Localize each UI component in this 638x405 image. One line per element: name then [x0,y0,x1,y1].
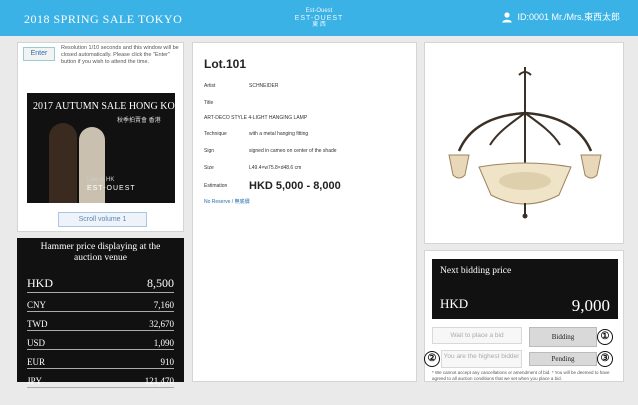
estimate-value: HKD 5,000 - 8,000 [249,180,341,192]
price-currency: USD [27,338,46,348]
hammer-price-heading: Hammer price displaying at the auction v… [40,242,161,263]
logo-line-2: EST-OUEST [294,15,344,22]
detail-value: with a metal hanging fitting [249,131,309,137]
price-row: HKD 8,500 [27,270,174,293]
detail-value: SCHNEIDER [249,83,279,89]
highest-bidder-status: You are the highest bidder [441,350,522,368]
company-logo: Est-Ouest EST-OUEST 東 西 [277,8,361,29]
price-amount: 910 [160,357,175,367]
detail-label: Size [204,165,214,171]
detail-value: ART-DECO STYLE 4-LIGHT HANGING LAMP [204,115,308,121]
detail-value: signed in cameo on center of the shade [249,148,337,154]
logo-line-3: 東 西 [312,22,326,28]
bidding-disclaimer: * We cannot accept any cancellations or … [432,370,610,381]
video-caption: Live in HK [87,177,115,183]
live-video[interactable]: 2017 AUTUMN SALE HONG KONG 秋季拍賣會 香港 Live… [27,93,175,203]
logo-line-1: Est-Ouest [305,8,333,14]
top-bar: 2018 SPRING SALE TOKYO Est-Ouest EST-OUE… [0,0,638,36]
enter-button[interactable]: Enter [23,47,55,61]
detail-value: L49.4×w75.8×d48.6 cm [249,165,302,171]
stream-notice: Resolution 1/10 seconds and this window … [61,45,179,65]
price-currency: EUR [27,357,45,367]
next-bid-box: Next bidding price HKD 9,000 [432,259,618,319]
price-currency: CNY [27,300,47,310]
lot-number: Lot.101 [204,57,247,71]
detail-row-title-value: ART-DECO STYLE 4-LIGHT HANGING LAMP [204,115,409,121]
place-bid-button[interactable]: Wait to place a bid [432,327,522,344]
price-row: CNY 7,160 [27,293,174,312]
scroll-volume-button[interactable]: Scroll volume 1 [58,212,147,227]
price-amount: 7,160 [153,300,174,310]
sale-title: 2018 SPRING SALE TOKYO [24,12,183,26]
lot-image[interactable] [435,63,615,223]
video-title: 2017 AUTUMN SALE HONG KONG [33,101,175,112]
video-logo: EST-OUEST [87,185,136,192]
marker-1: ① [597,329,613,345]
price-amount: 8,500 [147,276,174,290]
detail-label: Technique [204,131,227,137]
next-bid-currency: HKD [440,296,469,311]
next-bid-label: Next bidding price [440,266,512,276]
lot-image-panel [424,42,624,244]
price-row: JPY 121,470 [27,369,174,388]
price-amount: 1,090 [153,338,174,348]
detail-label: Artist [204,83,216,89]
price-row: EUR 910 [27,350,174,369]
bidding-panel: Next bidding price HKD 9,000 Wait to pla… [424,250,624,382]
next-bid-amount: 9,000 [571,296,610,315]
price-currency: JPY [27,376,43,386]
detail-label: Sign [204,148,215,154]
video-subtitle: 秋季拍賣會 香港 [117,118,161,124]
detail-row-title: Title [204,100,409,106]
marker-3: ③ [597,351,613,367]
reserve-link[interactable]: No Reserve / 無底價 [204,198,250,205]
price-row: USD 1,090 [27,331,174,350]
marker-2: ② [424,351,440,367]
lot-details-panel: Lot.101 Artist SCHNEIDER Title ART-DECO … [192,42,417,382]
user-icon [502,11,513,22]
bidding-button[interactable]: Bidding [529,327,597,347]
live-stream-panel: Enter Resolution 1/10 seconds and this w… [17,42,184,232]
price-currency: TWD [27,319,48,329]
price-amount: 121,470 [144,376,174,386]
detail-label: Title [204,100,214,106]
pending-button[interactable]: Pending [529,352,597,366]
video-person-1 [49,123,77,203]
user-name: ID:0001 Mr./Mrs.東西太郎 [517,12,620,22]
hammer-price-panel: Hammer price displaying at the auction v… [17,238,184,388]
price-currency: HKD [27,276,53,290]
detail-row-estimate: Estimation HKD 5,000 - 8,000 [204,180,409,192]
price-row: TWD 32,670 [27,312,174,331]
detail-row-sign: Sign signed in cameo on center of the sh… [204,148,409,154]
detail-label: Estimation [204,183,228,189]
detail-row-artist: Artist SCHNEIDER [204,83,409,89]
detail-row-size: Size L49.4×w75.8×d48.6 cm [204,165,409,171]
price-amount: 32,670 [149,319,174,329]
detail-row-technique: Technique with a metal hanging fitting [204,131,409,137]
user-area[interactable]: ID:0001 Mr./Mrs.東西太郎 [501,10,620,23]
